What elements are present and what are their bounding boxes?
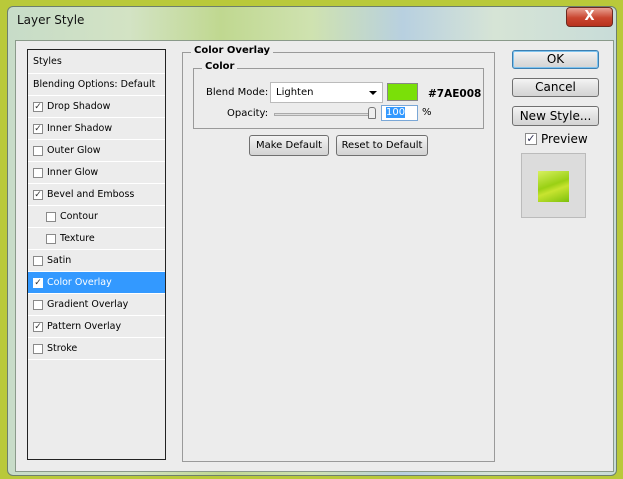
preview-checkbox[interactable]: ✓ Preview: [525, 132, 588, 146]
new-style-button[interactable]: New Style...: [512, 106, 599, 126]
checkbox-checked-icon[interactable]: ✓: [33, 277, 43, 288]
opacity-label: Opacity:: [227, 108, 269, 119]
make-default-button[interactable]: Make Default: [249, 135, 329, 156]
style-item-pattern-overlay[interactable]: ✓ Pattern Overlay: [28, 316, 165, 338]
styles-list: Styles Blending Options: Default ✓ Drop Sh…: [27, 49, 166, 460]
style-item-drop-shadow[interactable]: ✓ Drop Shadow: [28, 96, 165, 118]
style-item-label: Bevel and Emboss: [47, 189, 135, 200]
style-item-label: Satin: [47, 255, 72, 266]
style-item-inner-glow[interactable]: Inner Glow: [28, 162, 165, 184]
checkbox-checked-icon[interactable]: ✓: [33, 321, 43, 332]
preview-label: Preview: [541, 132, 588, 146]
checkbox-icon[interactable]: [33, 167, 43, 178]
style-item-label: Contour: [60, 211, 98, 222]
close-button[interactable]: X: [566, 7, 613, 27]
opacity-slider[interactable]: [274, 113, 374, 116]
blend-mode-select[interactable]: Lighten: [270, 82, 383, 103]
style-item-gradient-overlay[interactable]: Gradient Overlay: [28, 294, 165, 316]
opacity-input[interactable]: 100: [381, 105, 418, 121]
color-hex: #7AE008: [428, 88, 482, 100]
style-item-contour[interactable]: Contour: [28, 206, 165, 228]
style-item-texture[interactable]: Texture: [28, 228, 165, 250]
checkbox-icon[interactable]: [33, 145, 43, 156]
checkbox-checked-icon[interactable]: ✓: [33, 189, 43, 200]
blend-mode-label: Blend Mode:: [206, 87, 269, 98]
checkbox-checked-icon[interactable]: ✓: [33, 101, 43, 112]
checkbox-icon[interactable]: [46, 233, 56, 244]
style-item-label: Texture: [60, 233, 95, 244]
cancel-button[interactable]: Cancel: [512, 78, 599, 97]
style-item-satin[interactable]: Satin: [28, 250, 165, 272]
style-item-color-overlay[interactable]: ✓ Color Overlay: [28, 272, 165, 294]
style-item-blending-options-default[interactable]: Blending Options: Default: [28, 74, 165, 96]
reset-to-default-button[interactable]: Reset to Default: [336, 135, 428, 156]
preview-thumbnail: [521, 153, 586, 218]
style-item-label: Inner Shadow: [47, 123, 113, 134]
chevron-down-icon: [369, 91, 377, 95]
style-item-stroke[interactable]: Stroke: [28, 338, 165, 360]
style-item-label: Gradient Overlay: [47, 299, 129, 310]
group-title: Color Overlay: [191, 45, 274, 56]
style-item-label: Blending Options: Default: [33, 79, 156, 90]
preview-swatch: [538, 171, 569, 202]
blend-mode-value: Lighten: [276, 87, 314, 98]
style-item-label: Outer Glow: [47, 145, 101, 156]
checkbox-checked-icon[interactable]: ✓: [33, 123, 43, 134]
checkbox-icon[interactable]: [33, 255, 43, 266]
opacity-unit: %: [422, 107, 432, 118]
style-item-label: Pattern Overlay: [47, 321, 122, 332]
style-item-label: Stroke: [47, 343, 78, 354]
color-group-title: Color: [202, 61, 238, 72]
check-icon: ✓: [525, 132, 537, 145]
style-item-label: Drop Shadow: [47, 101, 111, 112]
checkbox-icon[interactable]: [33, 343, 43, 354]
style-item-bevel-and-emboss[interactable]: ✓ Bevel and Emboss: [28, 184, 165, 206]
checkbox-icon[interactable]: [46, 211, 56, 222]
window-title: Layer Style: [17, 13, 85, 27]
checkbox-icon[interactable]: [33, 299, 43, 310]
color-swatch[interactable]: [387, 83, 418, 101]
opacity-slider-thumb[interactable]: [368, 107, 376, 119]
opacity-value: 100: [386, 107, 406, 118]
style-item-outer-glow[interactable]: Outer Glow: [28, 140, 165, 162]
style-item-inner-shadow[interactable]: ✓ Inner Shadow: [28, 118, 165, 140]
style-item-label: Inner Glow: [47, 167, 99, 178]
styles-header[interactable]: Styles: [28, 50, 165, 74]
ok-button[interactable]: OK: [512, 50, 599, 69]
style-item-label: Color Overlay: [47, 277, 112, 288]
